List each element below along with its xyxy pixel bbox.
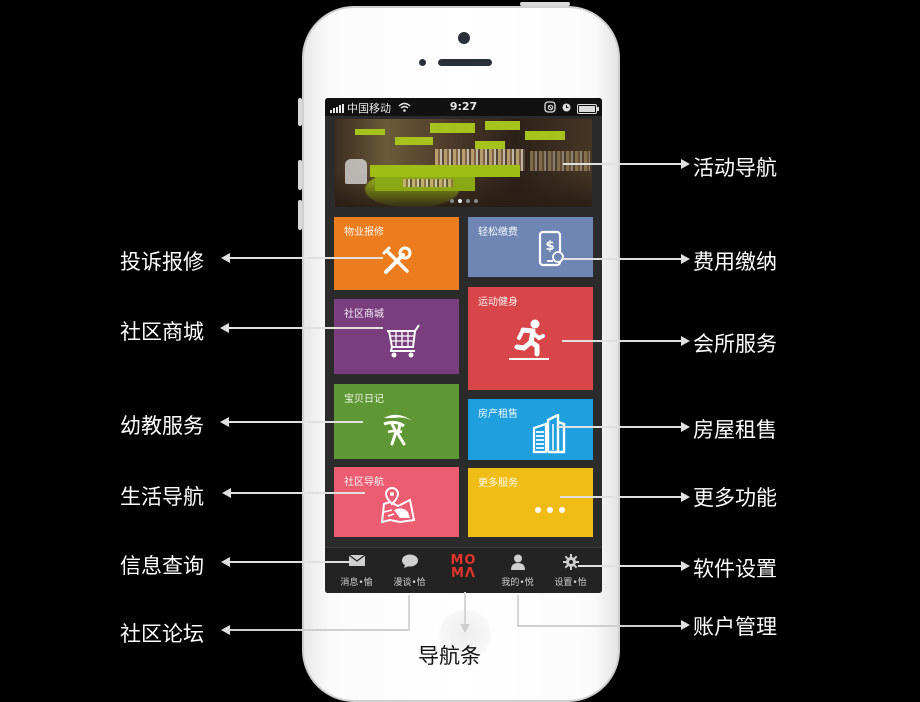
callout-info-query: 信息查询 (120, 554, 204, 578)
tab-profile[interactable]: 我的•悦 (490, 548, 545, 593)
callout-navigation-bar: 导航条 (418, 644, 481, 668)
map-pin-icon (378, 485, 420, 525)
callout-line (228, 257, 383, 259)
callout-community-forum: 社区论坛 (120, 622, 204, 646)
volume-down-button (298, 200, 302, 230)
callout-line (578, 565, 683, 567)
diary-leaf-icon (376, 408, 420, 448)
power-button (520, 2, 570, 6)
tab-messages[interactable]: 消息•愉 (329, 548, 384, 593)
tab-label: 漫谈•恰 (393, 578, 426, 588)
arrow-right-icon (681, 561, 690, 571)
tile-community-navigation[interactable]: 社区导航 (334, 467, 459, 537)
callout-complaint-repair: 投诉报修 (120, 250, 204, 274)
tile-easy-payment[interactable]: 轻松缴费 $ (468, 217, 593, 277)
tile-label: 运动健身 (478, 297, 518, 308)
alarm-icon (562, 102, 571, 115)
more-dots-icon (532, 504, 568, 516)
callout-line (229, 492, 365, 494)
battery-icon (577, 103, 599, 114)
tile-label: 社区商城 (344, 309, 384, 320)
arrow-right-icon (681, 159, 690, 169)
arrow-right-icon (681, 422, 690, 432)
callout-fee-payment: 费用缴纳 (693, 250, 777, 274)
tile-label: 宝贝日记 (344, 394, 384, 405)
tile-property-repair[interactable]: 物业报修 (334, 217, 459, 290)
callout-line (227, 327, 383, 329)
tile-label: 物业报修 (344, 227, 384, 238)
arrow-right-icon (681, 620, 690, 630)
rotation-lock-icon (544, 101, 556, 116)
callout-more-functions: 更多功能 (693, 486, 777, 510)
arrow-right-icon (681, 336, 690, 346)
callout-line (560, 496, 683, 498)
mute-switch (298, 98, 302, 126)
tile-more-services[interactable]: 更多服务 (468, 468, 593, 537)
user-icon (490, 554, 545, 570)
tab-settings[interactable]: 设置•怡 (543, 548, 598, 593)
callout-clubhouse-service: 会所服务 (693, 332, 777, 356)
bottom-navigation-bar: 消息•愉 漫谈•恰 MO MΛ 我的•悦 设置•怡 (325, 547, 602, 593)
chat-bubble-icon (382, 554, 437, 570)
tab-chat[interactable]: 漫谈•恰 (382, 548, 437, 593)
callout-account-management: 账户管理 (693, 615, 777, 639)
tab-label: 设置•怡 (554, 578, 587, 588)
callout-line (408, 595, 410, 631)
status-icons (544, 101, 599, 116)
tile-property-rental[interactable]: 房产租售 (468, 399, 593, 460)
app-screen: 中国移动 9:27 物业报修 轻松缴费 $ 社区商城 运动健身 宝贝日记 房产租… (325, 98, 602, 593)
moma-logo: MO MΛ (436, 554, 491, 580)
front-camera (458, 32, 470, 44)
callout-line (562, 340, 683, 342)
callout-line (561, 258, 683, 260)
callout-line (517, 595, 519, 625)
callout-line (228, 629, 410, 631)
callout-line (227, 421, 363, 423)
tile-label: 轻松缴费 (478, 227, 518, 238)
tile-fitness[interactable]: 运动健身 (468, 287, 593, 390)
activity-banner[interactable] (335, 119, 592, 207)
arrow-right-icon (681, 492, 690, 502)
tile-label: 房产租售 (478, 409, 518, 420)
status-bar: 中国移动 9:27 (325, 98, 602, 116)
callout-early-education: 幼教服务 (120, 414, 204, 438)
arrow-right-icon (681, 254, 690, 264)
banner-page-dots[interactable] (449, 199, 478, 203)
proximity-sensor (419, 59, 426, 66)
tab-moma-home[interactable]: MO MΛ (436, 548, 491, 593)
gear-icon (543, 554, 598, 570)
tile-community-mall[interactable]: 社区商城 (334, 299, 459, 374)
callout-line (563, 163, 683, 165)
callout-line (517, 625, 683, 627)
logo-line-2: MΛ (451, 566, 476, 581)
shopping-cart-icon (384, 321, 422, 361)
tools-icon (379, 243, 415, 279)
callout-life-navigation: 生活导航 (120, 485, 204, 509)
svg-text:$: $ (545, 239, 554, 254)
mobile-payment-icon: $ (536, 227, 566, 271)
tab-label: 我的•悦 (501, 578, 534, 588)
running-man-icon (506, 317, 552, 363)
callout-community-mall: 社区商城 (120, 320, 204, 344)
callout-activity-navigation: 活动导航 (693, 156, 777, 180)
callout-house-rental: 房屋租售 (693, 418, 777, 442)
earpiece-speaker (438, 59, 492, 66)
callout-line (228, 561, 350, 563)
tile-label: 更多服务 (478, 478, 518, 489)
tab-label: 消息•愉 (340, 578, 373, 588)
callout-software-settings: 软件设置 (693, 557, 777, 581)
callout-line (464, 592, 466, 626)
volume-up-button (298, 160, 302, 190)
building-icon (530, 413, 568, 455)
arrow-down-icon (460, 624, 470, 633)
callout-line (558, 426, 683, 428)
